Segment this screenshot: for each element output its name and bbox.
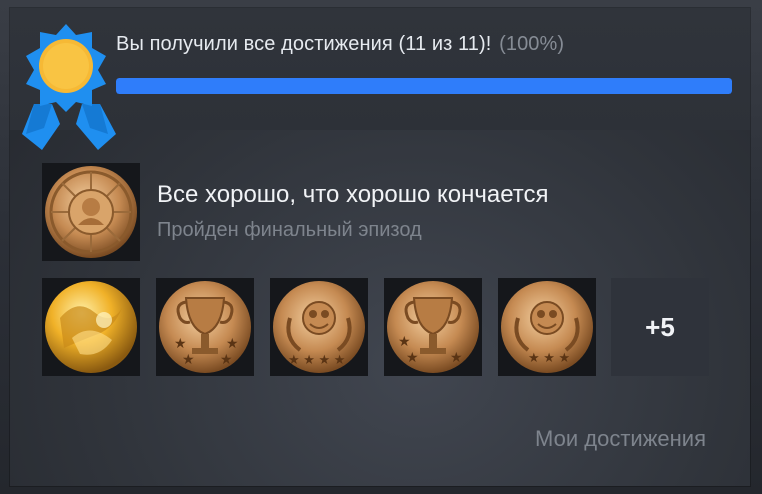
my-achievements-link[interactable]: Мои достижения bbox=[535, 426, 706, 452]
completion-ribbon-icon bbox=[12, 16, 122, 156]
svg-text:★: ★ bbox=[182, 351, 195, 367]
svg-text:★: ★ bbox=[398, 333, 411, 349]
svg-text:★: ★ bbox=[220, 351, 233, 367]
progress-bar-fill bbox=[116, 78, 732, 94]
progress-message: Вы получили все достижения (11 из 11)! (… bbox=[116, 33, 564, 56]
featured-achievement-description: Пройден финальный эпизод bbox=[157, 219, 422, 241]
svg-text:★ ★ ★: ★ ★ ★ bbox=[528, 350, 570, 365]
achievement-icon-gold-abstract[interactable] bbox=[42, 278, 140, 376]
progress-bar bbox=[116, 78, 732, 94]
achievement-icon-laurel-2[interactable]: ★ ★ ★ bbox=[498, 278, 596, 376]
svg-text:★: ★ bbox=[174, 335, 187, 351]
featured-achievement-title: Все хорошо, что хорошо кончается bbox=[157, 181, 549, 208]
svg-text:★ ★ ★ ★: ★ ★ ★ ★ bbox=[288, 352, 345, 367]
more-achievements-button[interactable]: +5 bbox=[611, 278, 709, 376]
achievement-icon-laurel-1[interactable]: ★ ★ ★ ★ bbox=[270, 278, 368, 376]
svg-text:★: ★ bbox=[406, 349, 419, 365]
svg-text:★: ★ bbox=[226, 335, 239, 351]
progress-message-text: Вы получили все достижения (11 из 11)! bbox=[116, 33, 492, 55]
achievement-icon-trophy-1[interactable]: ★ ★ ★ ★ bbox=[156, 278, 254, 376]
featured-achievement-icon[interactable] bbox=[42, 163, 140, 261]
progress-percent: (100%) bbox=[499, 33, 565, 55]
svg-text:★: ★ bbox=[450, 349, 463, 365]
achievement-icon-trophy-2[interactable]: ★ ★ ★ bbox=[384, 278, 482, 376]
